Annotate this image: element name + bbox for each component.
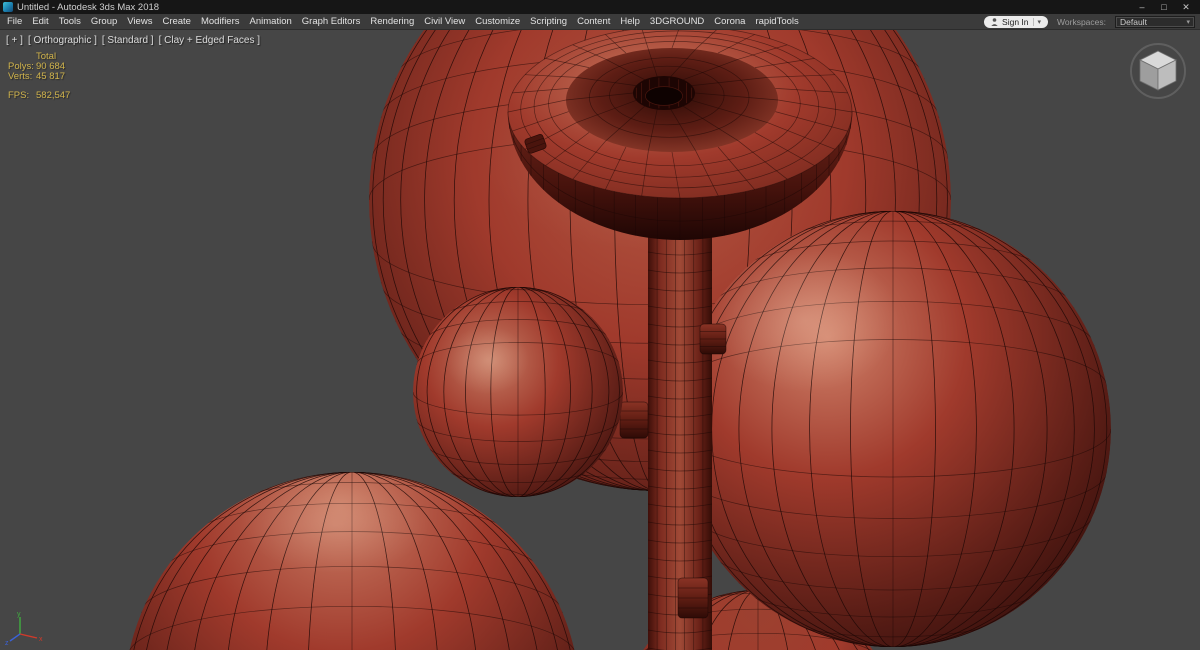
sign-in-label: Sign In bbox=[1002, 17, 1029, 27]
axis-tripod: y x z bbox=[5, 611, 43, 647]
menu-item-animation[interactable]: Animation bbox=[245, 14, 297, 29]
main-menu: File Edit Tools Group Views Create Modifiers An… bbox=[2, 14, 804, 29]
menu-item-rapidtools[interactable]: rapidTools bbox=[750, 14, 803, 29]
stats-overlay: Total Polys: 90 684 Verts: 45 817 FPS: 5… bbox=[8, 52, 70, 101]
fps-value: 582,547 bbox=[36, 90, 71, 101]
menu-item-views[interactable]: Views bbox=[122, 14, 157, 29]
axis-x bbox=[19, 633, 38, 639]
stats-fps-row: FPS: 582,547 bbox=[8, 91, 70, 101]
svg-text:z: z bbox=[5, 640, 9, 647]
workspaces-label: Workspaces: bbox=[1057, 17, 1106, 27]
svg-text:x: x bbox=[39, 636, 43, 643]
fps-label: FPS: bbox=[8, 90, 30, 101]
close-button[interactable]: ✕ bbox=[1175, 1, 1197, 14]
menu-item-rendering[interactable]: Rendering bbox=[365, 14, 419, 29]
3dsmax-window: Untitled - Autodesk 3ds Max 2018 – □ ✕ F… bbox=[0, 0, 1200, 650]
menu-item-edit[interactable]: Edit bbox=[27, 14, 53, 29]
viewport-menu-shading[interactable]: [ Clay + Edged Faces ] bbox=[159, 35, 260, 46]
app-icon[interactable] bbox=[3, 2, 13, 12]
verts-value: 45 817 bbox=[36, 71, 66, 82]
menubar: File Edit Tools Group Views Create Modifiers An… bbox=[0, 14, 1200, 30]
viewport-menu-pov[interactable]: [ Orthographic ] bbox=[28, 35, 97, 46]
person-icon bbox=[991, 18, 998, 26]
maximize-button[interactable]: □ bbox=[1153, 1, 1175, 14]
menu-item-customize[interactable]: Customize bbox=[470, 14, 525, 29]
viewport-menu-standard[interactable]: [ Standard ] bbox=[102, 35, 154, 46]
window-controls: – □ ✕ bbox=[1131, 1, 1197, 14]
menu-item-create[interactable]: Create bbox=[157, 14, 196, 29]
svg-text:y: y bbox=[17, 611, 21, 618]
minimize-button[interactable]: – bbox=[1131, 1, 1153, 14]
menu-item-scripting[interactable]: Scripting bbox=[525, 14, 572, 29]
menu-item-corona[interactable]: Corona bbox=[709, 14, 750, 29]
menu-item-help[interactable]: Help bbox=[615, 14, 645, 29]
menu-item-content[interactable]: Content bbox=[572, 14, 615, 29]
connector-nub bbox=[677, 577, 709, 619]
menu-item-civil-view[interactable]: Civil View bbox=[419, 14, 470, 29]
viewport-canvas[interactable] bbox=[0, 30, 1200, 650]
workspace-dropdown[interactable]: Default ▾ bbox=[1115, 16, 1195, 28]
connector-nub bbox=[699, 323, 727, 355]
account-area: Sign In ▾ Workspaces: Default ▾ bbox=[984, 14, 1195, 30]
workspace-value: Default bbox=[1120, 17, 1147, 27]
titlebar: Untitled - Autodesk 3ds Max 2018 – □ ✕ bbox=[0, 0, 1200, 14]
viewport[interactable]: [ + ] [ Orthographic ] [ Standard ] [ Cl… bbox=[0, 30, 1200, 650]
verts-label: Verts: bbox=[8, 71, 33, 82]
menu-item-tools[interactable]: Tools bbox=[54, 14, 86, 29]
menu-item-modifiers[interactable]: Modifiers bbox=[196, 14, 245, 29]
viewcube[interactable] bbox=[1126, 38, 1190, 102]
menu-item-3dground[interactable]: 3DGROUND bbox=[645, 14, 709, 29]
connector-nub bbox=[619, 401, 649, 439]
stats-verts-row: Verts: 45 817 bbox=[8, 72, 70, 82]
viewport-label: [ + ] [ Orthographic ] [ Standard ] [ Cl… bbox=[6, 35, 260, 46]
viewport-menu-plus[interactable]: [ + ] bbox=[6, 35, 23, 46]
chevron-down-icon: ▾ bbox=[1032, 18, 1041, 26]
menu-item-graph-editors[interactable]: Graph Editors bbox=[297, 14, 366, 29]
sign-in-button[interactable]: Sign In ▾ bbox=[984, 16, 1049, 28]
menu-item-file[interactable]: File bbox=[2, 14, 27, 29]
menu-item-group[interactable]: Group bbox=[86, 14, 122, 29]
axis-z bbox=[9, 633, 21, 642]
chevron-down-icon: ▾ bbox=[1186, 19, 1190, 26]
window-title: Untitled - Autodesk 3ds Max 2018 bbox=[17, 1, 160, 13]
